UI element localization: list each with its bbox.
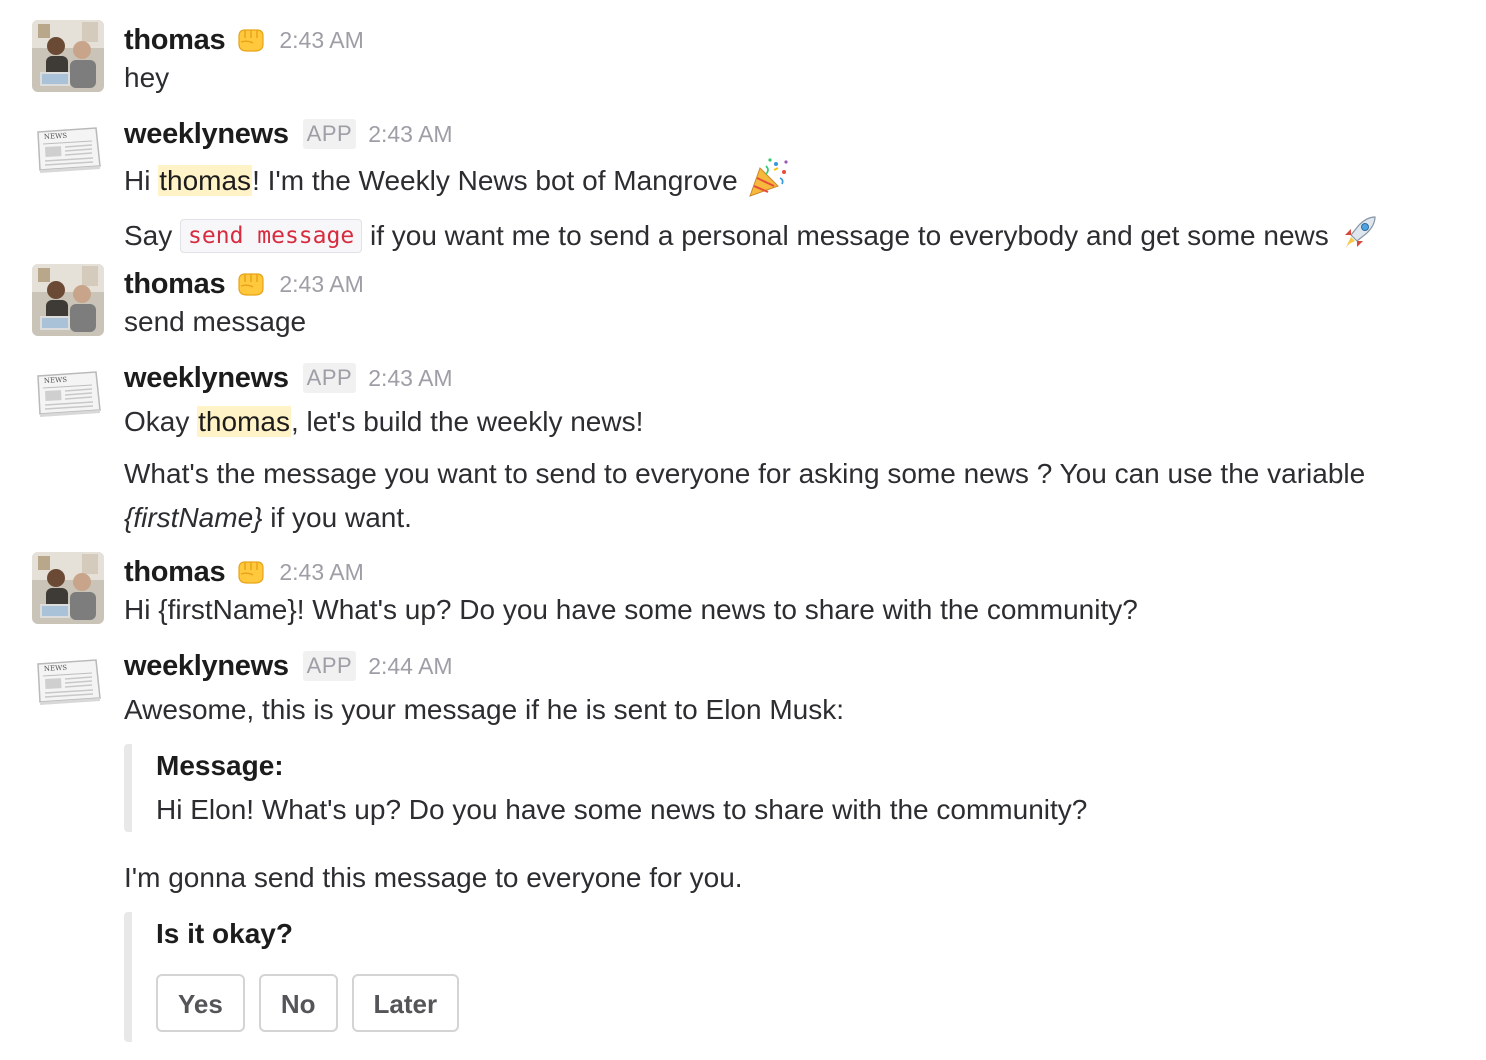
yes-button[interactable]: Yes xyxy=(156,974,245,1032)
user-mention[interactable]: thomas xyxy=(158,165,253,196)
message-text: Hi thomas! I'm the Weekly News bot of Ma… xyxy=(124,156,1446,203)
bot-avatar[interactable] xyxy=(32,646,104,718)
avatar-photo-icon xyxy=(32,552,104,624)
fist-emoji-icon xyxy=(235,24,267,56)
text-segment: ! I'm the Weekly News bot of Mangrove xyxy=(252,165,738,196)
user-mention[interactable]: thomas xyxy=(197,406,291,437)
message-text: I'm gonna send this message to everyone … xyxy=(124,862,743,893)
author-name[interactable]: thomas xyxy=(124,268,226,301)
timestamp[interactable]: 2:43 AM xyxy=(368,365,452,392)
user-avatar[interactable] xyxy=(32,264,104,336)
avatar-photo-icon xyxy=(32,264,104,336)
text-segment: Hi xyxy=(124,165,159,196)
timestamp[interactable]: 2:44 AM xyxy=(368,653,452,680)
message-text: hey xyxy=(124,62,170,93)
party-popper-emoji-icon xyxy=(746,156,790,200)
message-text: Say send message if you want me to send … xyxy=(124,211,1446,258)
text-segment: if you want. xyxy=(262,502,412,533)
author-name[interactable]: thomas xyxy=(124,24,226,57)
app-badge: APP xyxy=(302,651,357,681)
fist-emoji-icon xyxy=(235,268,267,300)
inline-code: send message xyxy=(180,219,363,253)
message-text: send message xyxy=(124,306,307,337)
avatar-photo-icon xyxy=(32,20,104,92)
author-name[interactable]: weeklynews xyxy=(124,118,289,151)
timestamp[interactable]: 2:43 AM xyxy=(279,559,363,586)
attachment-text: Hi Elon! What's up? Do you have some new… xyxy=(156,794,1088,825)
author-name[interactable]: weeklynews xyxy=(124,650,289,683)
newspaper-icon xyxy=(32,646,104,718)
text-segment: if you want me to send a personal messag… xyxy=(362,220,1329,251)
newspaper-icon xyxy=(32,358,104,430)
bot-avatar[interactable] xyxy=(32,114,104,186)
question-title: Is it okay? xyxy=(156,918,293,949)
fist-emoji-icon xyxy=(235,556,267,588)
no-button[interactable]: No xyxy=(258,974,338,1032)
newspaper-icon xyxy=(32,114,104,186)
variable-placeholder: {firstName} xyxy=(124,502,263,533)
timestamp[interactable]: 2:43 AM xyxy=(279,271,363,298)
message-text: Hi {firstName}! What's up? Do you have s… xyxy=(124,594,1138,625)
timestamp[interactable]: 2:43 AM xyxy=(368,121,452,148)
later-button[interactable]: Later xyxy=(351,974,460,1032)
author-name[interactable]: weeklynews xyxy=(124,362,289,395)
message-paragraph: What's the message you want to send to e… xyxy=(124,452,1444,540)
timestamp[interactable]: 2:43 AM xyxy=(279,27,363,54)
bot-avatar[interactable] xyxy=(32,358,104,430)
rocket-emoji-icon xyxy=(1337,211,1381,255)
attachment-title: Message: xyxy=(156,750,284,781)
user-avatar[interactable] xyxy=(32,20,104,92)
text-segment: What's the message you want to send to e… xyxy=(124,458,1366,489)
question-attachment: Is it okay? Yes No Later xyxy=(124,912,473,1042)
app-badge: APP xyxy=(302,363,357,393)
author-name[interactable]: thomas xyxy=(124,556,226,589)
message-text: Awesome, this is your message if he is s… xyxy=(124,694,845,725)
text-segment: , let's build the weekly news! xyxy=(290,406,644,437)
action-buttons: Yes No Later xyxy=(156,974,473,1032)
message-text: Okay thomas, let's build the weekly news… xyxy=(124,400,1446,444)
message-attachment: Message: Hi Elon! What's up? Do you have… xyxy=(124,744,1087,832)
app-badge: APP xyxy=(302,119,357,149)
text-segment: Say xyxy=(124,220,181,251)
user-avatar[interactable] xyxy=(32,552,104,624)
text-segment: Okay xyxy=(124,406,198,437)
